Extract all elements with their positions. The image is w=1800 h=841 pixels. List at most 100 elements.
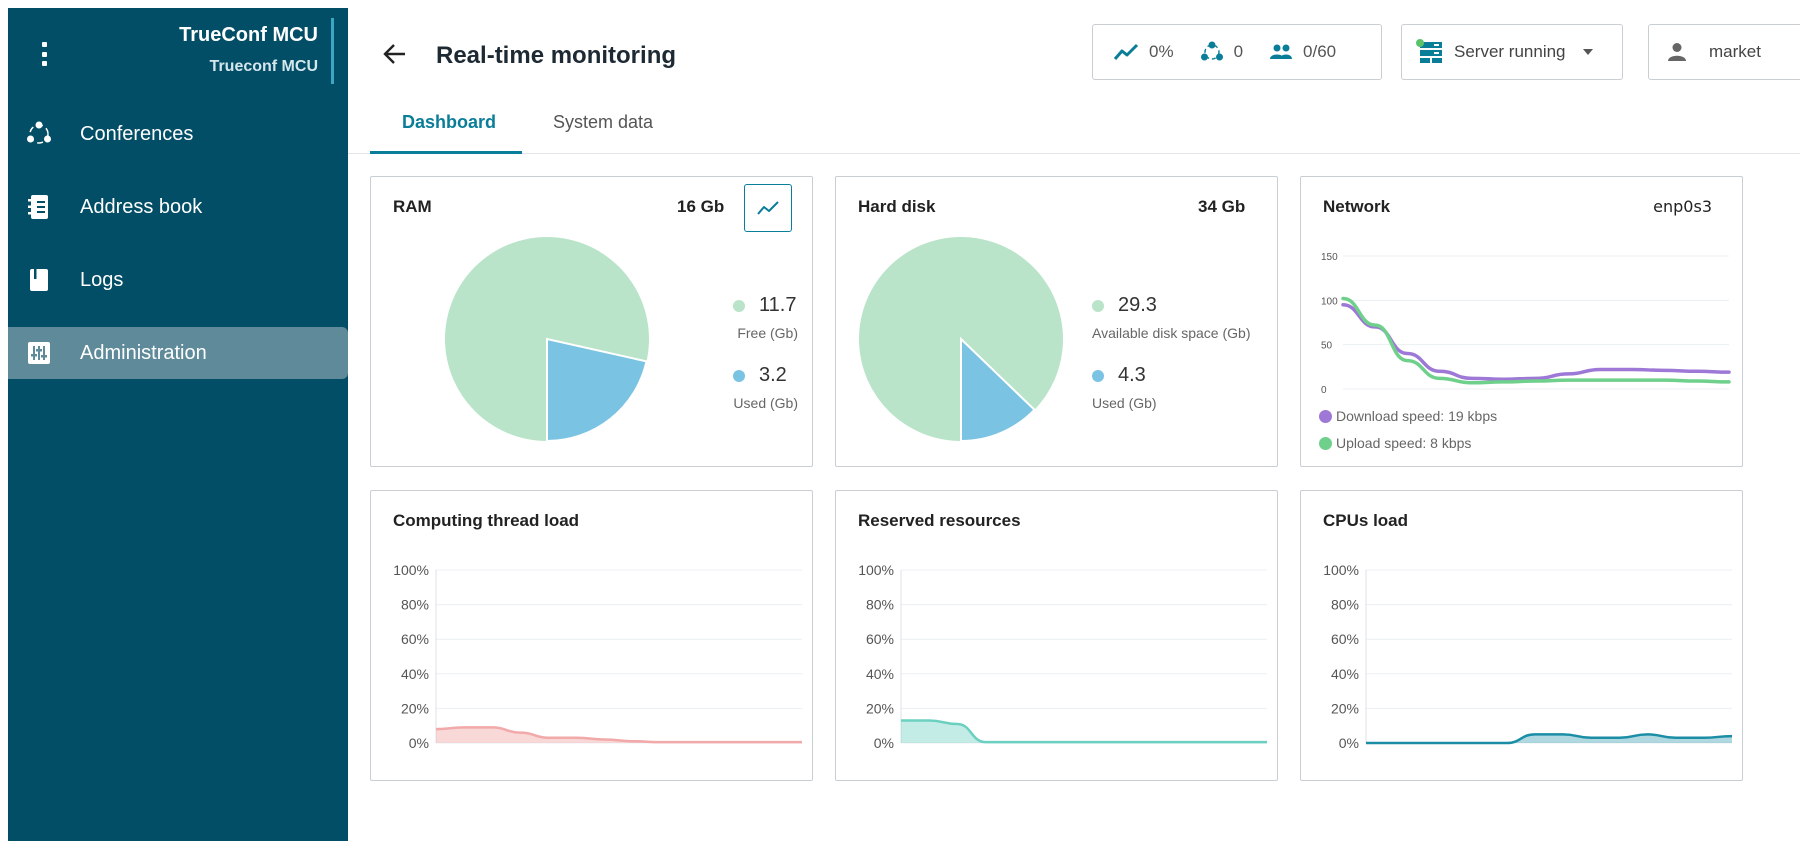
back-arrow-icon[interactable] xyxy=(381,40,409,68)
page-title: Real-time monitoring xyxy=(436,42,677,69)
user-name: market xyxy=(1709,42,1761,61)
tab-bar: Dashboard System data xyxy=(348,100,1800,154)
chevron-down-icon xyxy=(1582,49,1593,55)
y-tick-label: 0 xyxy=(1321,385,1327,396)
server-icon xyxy=(1416,39,1442,63)
sidebar-item-conferences[interactable]: Conferences xyxy=(8,108,348,160)
tab-dashboard[interactable]: Dashboard xyxy=(402,112,496,133)
disk-free-value: 29.3 xyxy=(1118,294,1157,316)
administration-icon xyxy=(26,340,52,366)
used-dot xyxy=(733,369,745,382)
ram-card: RAM 16 Gb 11.7 Free (Gb) 3.2 Used (Gb) xyxy=(370,176,813,467)
ram-free-legend: 11.7 xyxy=(733,294,796,317)
cpus-load-card: CPUs load 0% 20% 40% 60% 80% 100% xyxy=(1300,490,1743,781)
load-value: 0% xyxy=(1149,42,1174,61)
conferences-icon xyxy=(26,121,52,147)
server-stats: 0% 0 0/60 xyxy=(1092,24,1382,80)
y-tick-label: 20% xyxy=(866,700,894,716)
conferences-stat: 0 xyxy=(1200,41,1243,63)
sidebar-item-label: Administration xyxy=(80,341,207,364)
ram-pie-chart xyxy=(445,237,649,443)
logs-icon xyxy=(26,267,52,293)
download-dot xyxy=(1319,409,1332,423)
reserved-resources-chart: 0% 20% 40% 60% 80% 100% xyxy=(858,562,1267,751)
ram-free-value: 11.7 xyxy=(759,294,797,316)
thread-load-chart: 0% 20% 40% 60% 80% 100% xyxy=(393,562,802,751)
user-menu[interactable]: market xyxy=(1648,24,1800,80)
upload-dot xyxy=(1319,436,1332,450)
hard-disk-card: Hard disk 34 Gb 29.3 Available disk spac… xyxy=(835,176,1278,467)
free-dot xyxy=(733,299,745,312)
address-book-icon xyxy=(26,194,52,220)
menu-dots-icon[interactable] xyxy=(36,42,52,66)
y-tick-label: 40% xyxy=(401,666,429,682)
active-tab-indicator xyxy=(370,151,522,154)
conferences-icon xyxy=(1200,41,1223,61)
sidebar-item-label: Logs xyxy=(80,268,124,291)
trend-icon xyxy=(1113,43,1139,60)
download-legend: Download speed: 19 kbps xyxy=(1319,408,1497,424)
y-tick-label: 100% xyxy=(858,562,894,578)
y-tick-label: 40% xyxy=(866,666,894,682)
network-line-chart: 0 50 100 150 xyxy=(1321,252,1731,396)
brand-subtitle: Trueconf MCU xyxy=(209,58,318,75)
y-tick-label: 60% xyxy=(866,631,894,647)
reserved-resources-card: Reserved resources 0% 20% 40% 60% 80% 100% xyxy=(835,490,1278,781)
brand: TrueConf MCU Trueconf MCU xyxy=(179,22,318,76)
conferences-count: 0 xyxy=(1233,42,1244,61)
sidebar: TrueConf MCU Trueconf MCU Conferences Ad… xyxy=(8,8,348,841)
disk-free-caption: Available disk space (Gb) xyxy=(1092,325,1251,341)
header: Real-time monitoring 0% 0 0/60 Server ru… xyxy=(348,8,1800,100)
load-stat: 0% xyxy=(1113,42,1174,62)
ram-used-value: 3.2 xyxy=(759,364,787,386)
upload-legend: Upload speed: 8 kbps xyxy=(1319,435,1471,451)
y-tick-label: 0% xyxy=(1339,735,1359,751)
y-tick-label: 60% xyxy=(1331,631,1359,647)
sidebar-nav: Conferences Address book Logs Administra… xyxy=(8,108,348,400)
people-icon xyxy=(1270,44,1293,59)
participants-stat: 0/60 xyxy=(1269,42,1336,62)
y-tick-label: 40% xyxy=(1331,666,1359,682)
ram-free-caption: Free (Gb) xyxy=(737,325,798,341)
sidebar-item-logs[interactable]: Logs xyxy=(8,254,348,306)
y-tick-label: 100% xyxy=(1323,562,1359,578)
disk-pie-chart xyxy=(859,237,1063,443)
cpus-load-chart: 0% 20% 40% 60% 80% 100% xyxy=(1323,562,1733,751)
y-tick-label: 80% xyxy=(401,597,429,613)
free-dot xyxy=(1092,299,1104,312)
server-status-dropdown[interactable]: Server running xyxy=(1401,24,1623,80)
server-status-label: Server running xyxy=(1454,42,1566,61)
disk-used-caption: Used (Gb) xyxy=(1092,395,1157,411)
disk-used-value: 4.3 xyxy=(1118,364,1146,386)
ram-used-caption: Used (Gb) xyxy=(733,395,798,411)
disk-free-legend: 29.3 xyxy=(1092,294,1157,317)
network-card: Network enp0s3 0 50 100 150 Download speed:… xyxy=(1300,176,1743,467)
download-label: Download speed: 19 kbps xyxy=(1336,408,1498,424)
sidebar-item-label: Address book xyxy=(80,195,203,218)
y-tick-label: 100 xyxy=(1321,296,1338,307)
tab-system-data[interactable]: System data xyxy=(553,112,653,133)
y-tick-label: 0% xyxy=(409,735,429,751)
ram-used-legend: 3.2 xyxy=(733,364,787,387)
y-tick-label: 80% xyxy=(866,597,894,613)
y-tick-label: 20% xyxy=(401,700,429,716)
upload-label: Upload speed: 8 kbps xyxy=(1336,435,1472,451)
y-tick-label: 0% xyxy=(874,735,894,751)
participants-count: 0/60 xyxy=(1303,42,1337,61)
brand-title: TrueConf MCU xyxy=(179,24,318,46)
y-tick-label: 100% xyxy=(393,562,429,578)
sidebar-item-administration[interactable]: Administration xyxy=(8,327,348,379)
y-tick-label: 20% xyxy=(1331,700,1359,716)
y-tick-label: 80% xyxy=(1331,597,1359,613)
user-icon xyxy=(1668,43,1686,61)
thread-load-card: Computing thread load 0% 20% 40% 60% 80% 100% xyxy=(370,490,813,781)
y-tick-label: 150 xyxy=(1321,252,1338,263)
brand-divider xyxy=(331,18,334,84)
y-tick-label: 60% xyxy=(401,631,429,647)
used-dot xyxy=(1092,369,1104,382)
series-line xyxy=(1341,303,1731,381)
sidebar-item-address-book[interactable]: Address book xyxy=(8,181,348,233)
disk-used-legend: 4.3 xyxy=(1092,364,1146,387)
sidebar-item-label: Conferences xyxy=(80,122,194,145)
y-tick-label: 50 xyxy=(1321,341,1333,352)
